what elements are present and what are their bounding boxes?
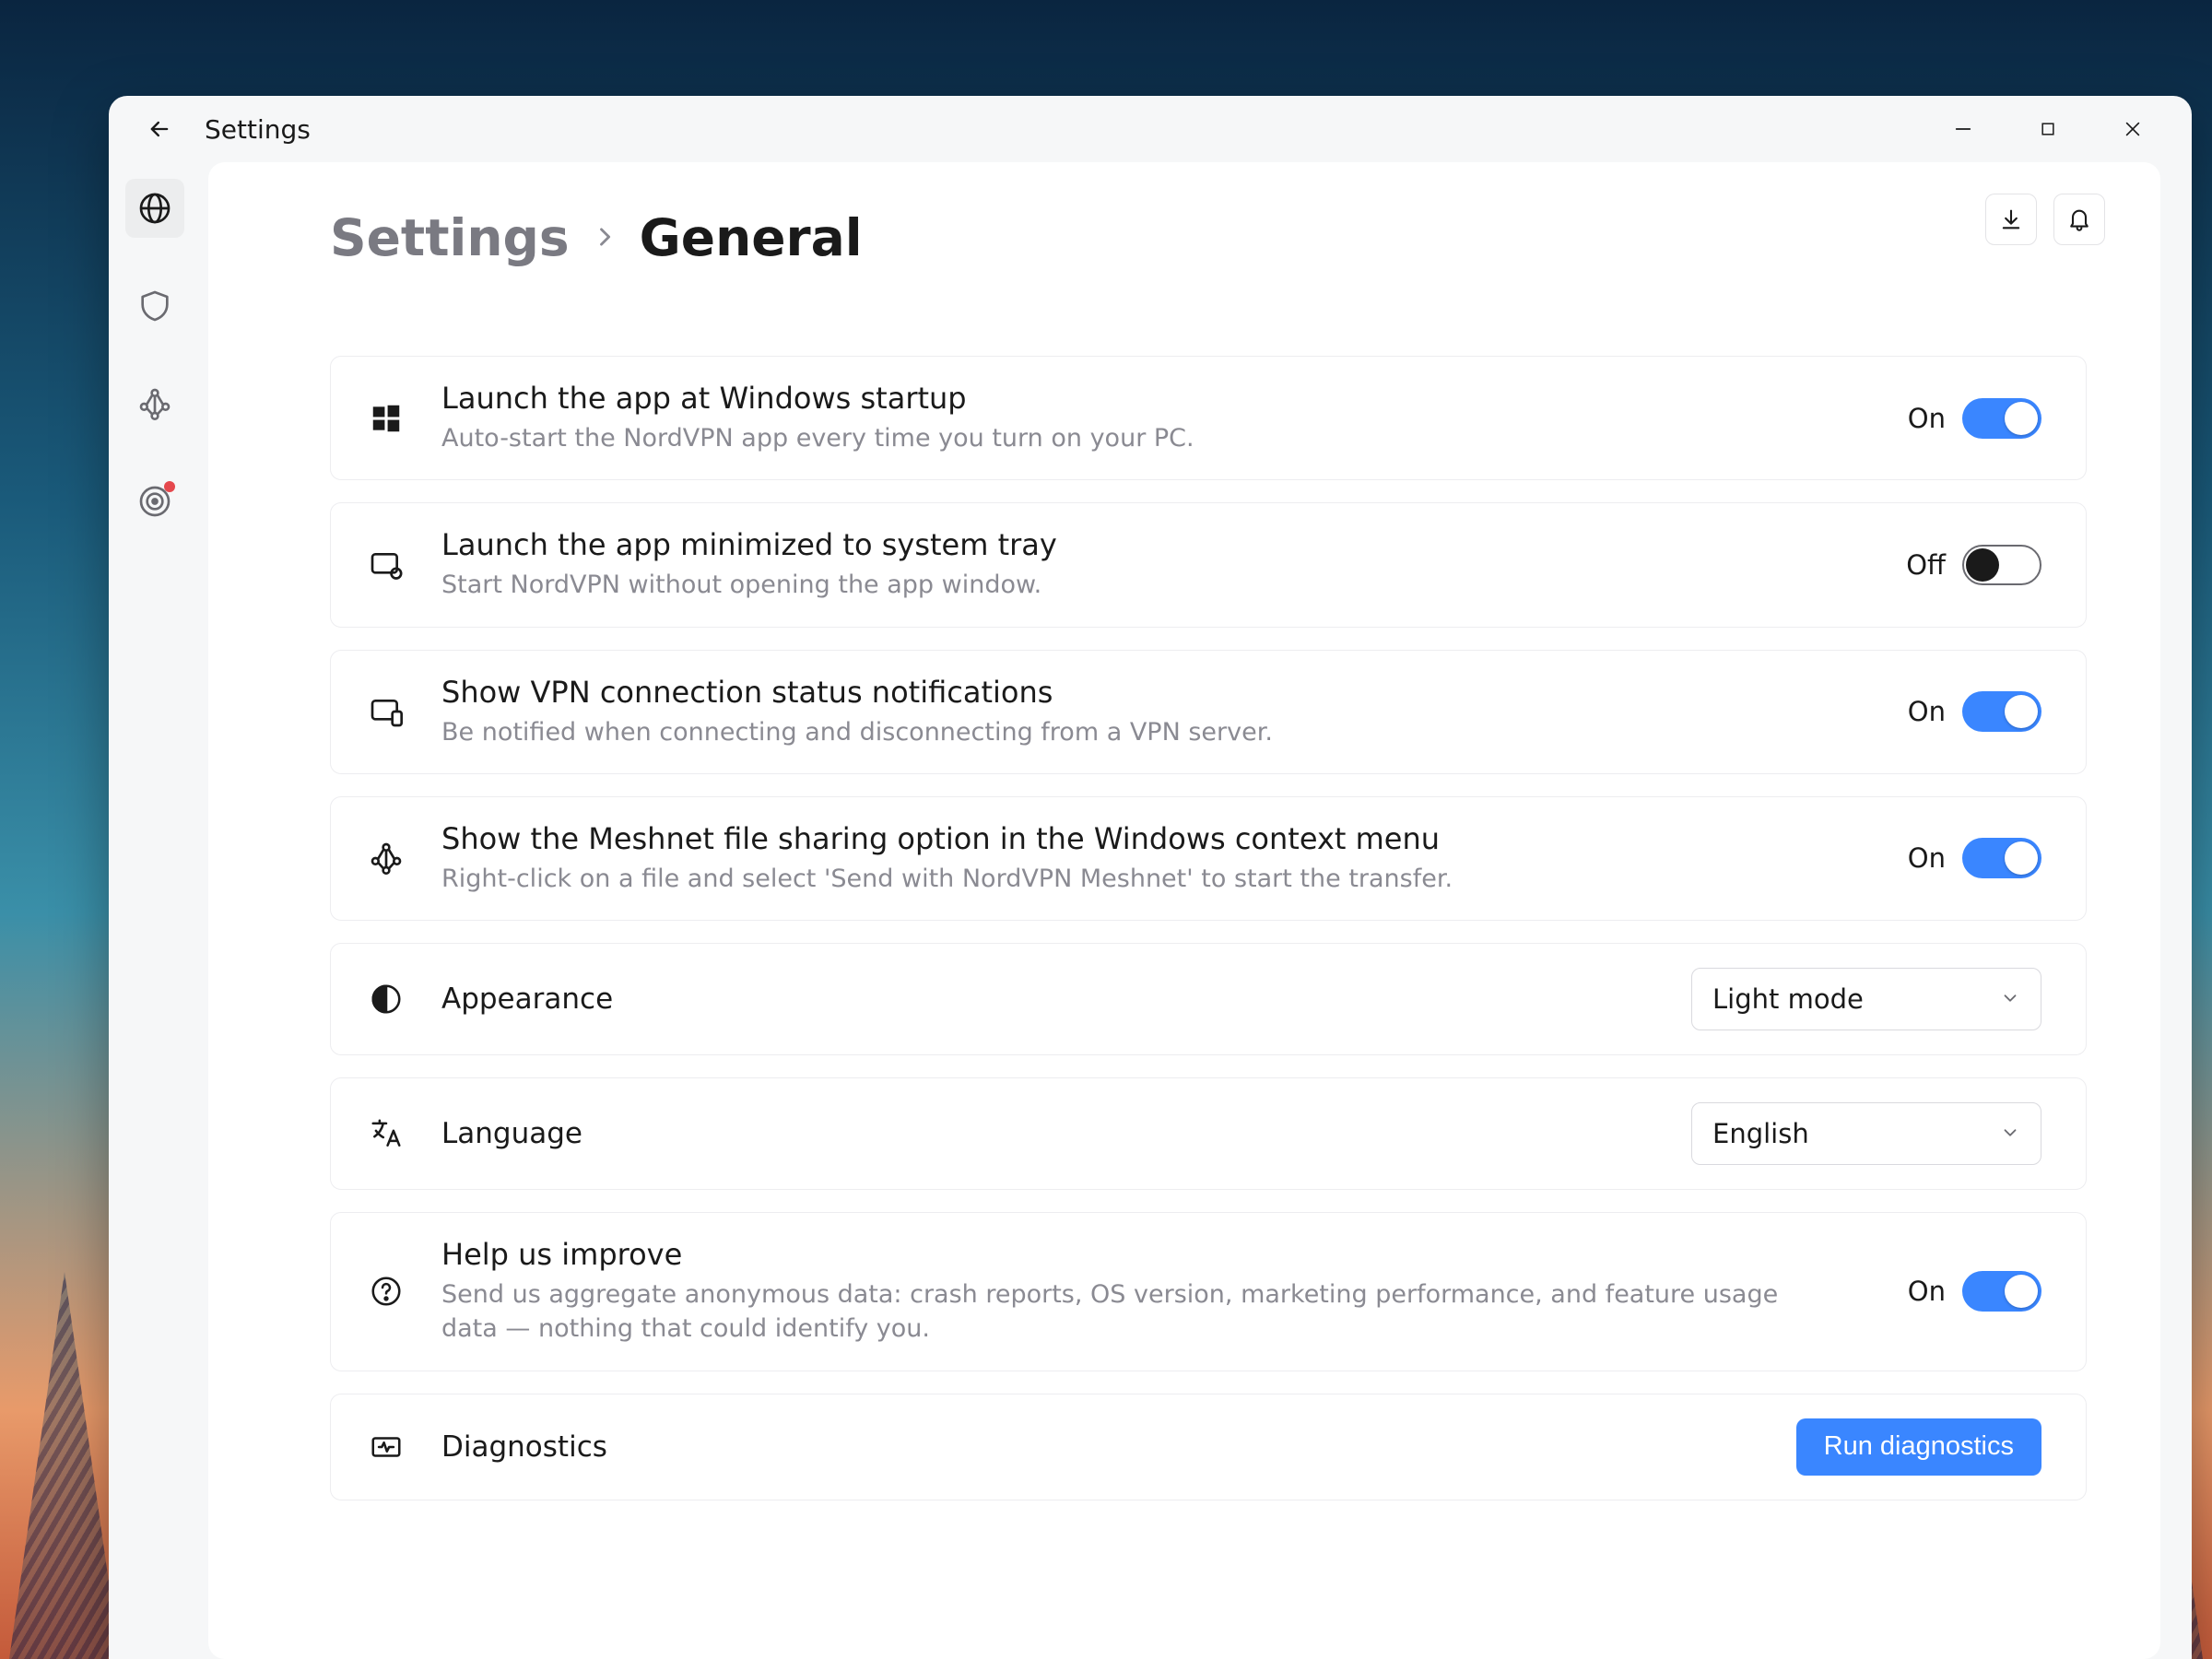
setting-desc: Right-click on a file and select 'Send w… [441,862,1875,896]
download-icon [1998,206,2024,232]
device-icon [364,689,408,734]
toggle-launch-tray[interactable] [1962,545,2041,585]
globe-icon [136,190,173,227]
language-select[interactable]: English [1691,1102,2041,1165]
toggle-meshnet-context[interactable] [1962,838,2041,878]
maximize-icon [2039,120,2057,138]
window-close[interactable] [2090,103,2175,155]
setting-help-improve: Help us improve Send us aggregate anonym… [330,1212,2087,1371]
bell-icon [2066,206,2092,232]
settings-panel: Settings General Launch the app at Windo… [208,162,2160,1659]
sidebar-item-globe[interactable] [125,179,184,238]
chevron-down-icon [2000,983,2020,1015]
window-minimize[interactable] [1921,103,2006,155]
setting-desc: Auto-start the NordVPN app every time yo… [441,421,1875,455]
setting-desc: Send us aggregate anonymous data: crash … [441,1277,1875,1347]
setting-launch-startup: Launch the app at Windows startup Auto-s… [330,356,2087,480]
shield-icon [136,288,173,324]
close-icon [2123,119,2143,139]
language-icon [364,1112,408,1156]
run-diagnostics-button[interactable]: Run diagnostics [1796,1418,2041,1476]
setting-diagnostics: Diagnostics Run diagnostics [330,1394,2087,1500]
breadcrumb-current: General [640,208,863,267]
sidebar-item-shield[interactable] [125,276,184,335]
setting-appearance: Appearance Light mode [330,943,2087,1055]
setting-title: Language [441,1117,1658,1150]
meshnet-icon [136,385,173,422]
setting-desc: Start NordVPN without opening the app wi… [441,568,1873,602]
setting-title: Help us improve [441,1237,1875,1272]
tray-icon [364,543,408,587]
notification-dot [164,481,175,492]
sidebar-item-meshnet[interactable] [125,374,184,433]
chevron-down-icon [2000,1118,2020,1149]
setting-meshnet-context: Show the Meshnet file sharing option in … [330,796,2087,921]
back-button[interactable] [135,104,184,154]
chevron-right-icon [592,217,618,259]
app-window: Settings [109,96,2192,1659]
diagnostics-icon [364,1425,408,1469]
breadcrumb: Settings General [330,208,2087,267]
window-title: Settings [205,114,311,145]
select-value: English [1712,1118,1809,1149]
help-icon [364,1269,408,1313]
sidebar [109,162,201,1659]
setting-title: Launch the app minimized to system tray [441,527,1873,562]
setting-language: Language English [330,1077,2087,1190]
setting-desc: Be notified when connecting and disconne… [441,715,1875,749]
appearance-select[interactable]: Light mode [1691,968,2041,1030]
setting-title: Appearance [441,982,1658,1016]
appearance-icon [364,977,408,1021]
minimize-icon [1953,119,1973,139]
meshnet-icon [364,836,408,880]
setting-launch-tray: Launch the app minimized to system tray … [330,502,2087,627]
toggle-state: On [1908,403,1946,434]
notifications-button[interactable] [2053,194,2105,245]
toggle-status-notifications[interactable] [1962,691,2041,732]
titlebar: Settings [109,96,2192,162]
download-button[interactable] [1985,194,2037,245]
arrow-left-icon [147,116,172,142]
toggle-launch-startup[interactable] [1962,398,2041,439]
toggle-state: On [1908,842,1946,874]
setting-title: Show VPN connection status notifications [441,675,1875,710]
toggle-state: Off [1906,549,1946,581]
toggle-state: On [1908,1276,1946,1307]
setting-status-notifications: Show VPN connection status notifications… [330,650,2087,774]
setting-title: Show the Meshnet file sharing option in … [441,821,1875,856]
setting-title: Launch the app at Windows startup [441,381,1875,416]
window-maximize[interactable] [2006,103,2090,155]
select-value: Light mode [1712,983,1864,1015]
windows-icon [364,396,408,441]
sidebar-item-target[interactable] [125,472,184,531]
breadcrumb-root[interactable]: Settings [330,208,570,267]
setting-title: Diagnostics [441,1430,1763,1464]
toggle-state: On [1908,696,1946,727]
toggle-help-improve[interactable] [1962,1271,2041,1312]
